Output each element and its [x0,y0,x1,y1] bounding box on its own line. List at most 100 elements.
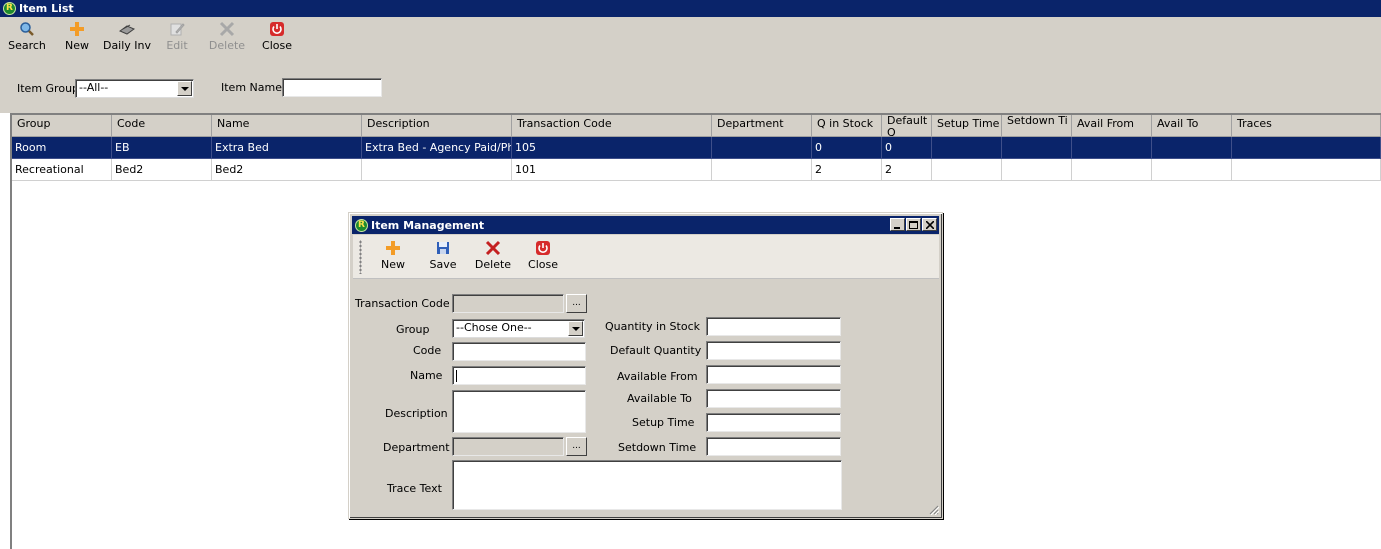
column-header[interactable]: Setup Time [932,115,1002,137]
table-row[interactable]: Recreational Bed2 Bed2 101 2 2 [12,159,1381,181]
table-cell[interactable] [1072,137,1152,159]
table-cell[interactable] [712,159,812,181]
plus-icon [385,239,401,257]
search-icon [19,20,35,38]
dialog-delete-button[interactable]: Delete [468,239,518,279]
default-quantity-label: Default Quantity [610,344,702,357]
item-group-value: --All-- [79,81,109,94]
power-close-icon [269,20,285,38]
chevron-down-icon[interactable] [177,81,192,96]
table-cell[interactable] [1232,159,1381,181]
table-cell[interactable] [362,159,512,181]
dialog-new-button[interactable]: New [368,239,418,279]
dialog-save-button[interactable]: Save [418,239,468,279]
transaction-code-label: Transaction Code [355,297,450,310]
trace-text-textarea[interactable] [452,460,842,510]
column-header[interactable]: Department [712,115,812,137]
filter-bar: Item Group --All-- Item Name [0,63,1381,113]
available-from-input[interactable] [706,365,841,384]
table-cell[interactable]: 0 [812,137,882,159]
table-cell[interactable]: 101 [512,159,712,181]
item-name-label: Item Name [221,81,282,94]
quantity-in-stock-input[interactable] [706,317,841,336]
table-cell[interactable] [712,137,812,159]
search-label: Search [8,39,46,52]
x-delete-icon [219,20,235,38]
code-label: Code [413,344,442,357]
available-to-label: Available To [627,392,692,405]
table-cell[interactable]: Extra Bed - Agency Paid/Ph... [362,137,512,159]
plus-icon [69,20,85,38]
column-header[interactable]: Transaction Code [512,115,712,137]
setup-time-input[interactable] [706,413,841,432]
table-cell[interactable]: 2 [882,159,932,181]
setdown-time-input[interactable] [706,437,841,456]
group-label: Group [396,323,430,336]
column-header[interactable]: Name [212,115,362,137]
table-cell[interactable]: Room [12,137,112,159]
column-header[interactable]: Avail To [1152,115,1232,137]
description-textarea[interactable] [452,390,586,433]
main-toolbar: Search New Daily Inv Edit Delete Close [0,17,1381,63]
text-caret [456,370,457,382]
table-cell[interactable]: Bed2 [112,159,212,181]
table-cell[interactable] [1232,137,1381,159]
pencil-icon [169,20,185,38]
table-row[interactable]: Room EB Extra Bed Extra Bed - Agency Paid/P… [12,137,1381,159]
column-header[interactable]: Default Q [882,115,932,137]
item-name-input[interactable] [282,78,382,97]
edit-button[interactable]: Edit [152,20,202,60]
daily-inv-button[interactable]: Daily Inv [102,20,152,60]
search-button[interactable]: Search [2,20,52,60]
column-header[interactable]: Setdown Ti [1002,115,1072,137]
table-cell[interactable] [1152,137,1232,159]
delete-button[interactable]: Delete [202,20,252,60]
resize-grip-icon[interactable] [927,503,939,515]
column-header[interactable]: Traces [1232,115,1381,137]
table-cell[interactable]: 105 [512,137,712,159]
table-cell[interactable] [1152,159,1232,181]
window-title: Item List [19,2,74,15]
setdown-time-label: Setdown Time [618,441,697,454]
dialog-close-button[interactable]: Close [518,239,568,279]
table-cell[interactable]: Extra Bed [212,137,362,159]
table-cell[interactable] [1002,137,1072,159]
close-window-icon[interactable] [922,218,937,231]
column-header[interactable]: Q in Stock [812,115,882,137]
transaction-code-browse-button[interactable]: ... [566,294,587,313]
item-group-select[interactable]: --All-- [75,79,194,98]
table-cell[interactable] [932,137,1002,159]
close-button[interactable]: Close [252,20,302,60]
table-cell[interactable]: 2 [812,159,882,181]
minimize-icon[interactable] [890,218,905,231]
new-button[interactable]: New [52,20,102,60]
department-browse-button[interactable]: ... [566,437,587,456]
default-quantity-input[interactable] [706,341,841,360]
available-to-input[interactable] [706,389,841,408]
table-cell[interactable]: 0 [882,137,932,159]
group-select[interactable]: --Chose One-- [452,319,585,338]
window-controls [890,218,937,231]
floppy-save-icon [436,239,450,257]
column-header[interactable]: Code [112,115,212,137]
column-header[interactable]: Description [362,115,512,137]
column-header[interactable]: Group [12,115,112,137]
close-label: Close [262,39,292,52]
name-input[interactable] [452,366,586,385]
toolbar-grip-icon[interactable] [359,240,362,274]
table-cell[interactable]: Bed2 [212,159,362,181]
description-label: Description [385,407,448,420]
table-cell[interactable] [1072,159,1152,181]
table-cell[interactable] [1002,159,1072,181]
app-logo-icon: R [3,2,16,15]
name-label: Name [410,369,443,382]
item-management-dialog: R Item Management New Save Delete Close … [348,212,943,519]
available-from-label: Available From [617,370,698,383]
table-cell[interactable] [932,159,1002,181]
maximize-icon[interactable] [906,218,921,231]
table-cell[interactable]: Recreational [12,159,112,181]
table-cell[interactable]: EB [112,137,212,159]
chevron-down-icon[interactable] [568,321,583,336]
code-input[interactable] [452,342,586,361]
column-header[interactable]: Avail From [1072,115,1152,137]
